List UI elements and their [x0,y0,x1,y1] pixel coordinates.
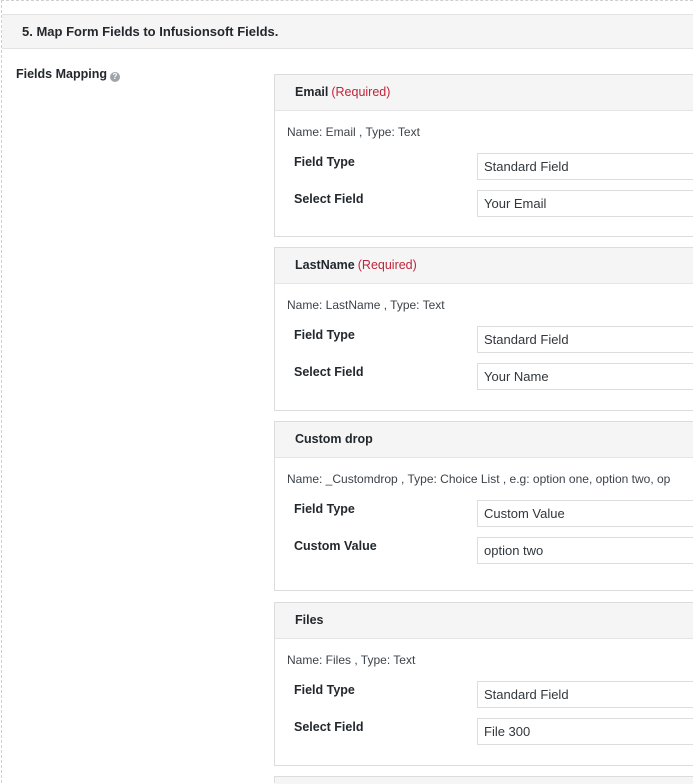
field-type-select[interactable]: Custom Value [477,500,693,527]
field-card-header: Files [275,603,693,639]
field-card-title: LastName (Required) [295,258,417,272]
field-name: Files [295,613,324,627]
custom-value-label: Custom Value [294,539,377,553]
field-card-lastname: LastName (Required) Name: LastName , Type… [274,247,693,411]
field-name: LastName [295,258,355,272]
field-type-select[interactable]: Standard Field [477,326,693,353]
select-field-label: Select Field [294,720,364,734]
field-card-next [274,776,693,784]
field-card-title: Email (Required) [295,85,390,99]
field-card-title: Files [295,613,327,627]
field-type-label: Field Type [294,328,355,342]
select-field-label: Select Field [294,365,364,379]
field-card-title: Custom drop [295,432,376,446]
field-type-select[interactable]: Standard Field [477,681,693,708]
field-card-header: LastName (Required) [275,248,693,284]
section-title: 5. Map Form Fields to Infusionsoft Field… [22,24,279,39]
select-field-select[interactable]: File 300 [477,718,693,745]
field-card-header: Email (Required) [275,75,693,111]
field-name: Email [295,85,329,99]
field-type-select[interactable]: Standard Field [477,153,693,180]
field-name: Custom drop [295,432,373,446]
field-info: Name: LastName , Type: Text [287,298,445,312]
required-badge: (Required) [331,85,391,99]
field-info: Name: Email , Type: Text [287,125,420,139]
select-field-select[interactable]: Your Email [477,190,693,217]
field-type-label: Field Type [294,683,355,697]
section-header: 5. Map Form Fields to Infusionsoft Field… [2,14,693,49]
field-type-label: Field Type [294,502,355,516]
question-circle-icon[interactable]: ? [109,72,120,82]
select-field-select[interactable]: Your Name [477,363,693,390]
field-type-label: Field Type [294,155,355,169]
select-field-label: Select Field [294,192,364,206]
required-badge: (Required) [357,258,417,272]
fields-mapping-label: Fields Mapping? [16,67,120,82]
field-card-custom-drop: Custom drop Name: _Customdrop , Type: Ch… [274,421,693,591]
field-card-files: Files Name: Files , Type: Text Field Typ… [274,602,693,766]
custom-value-input[interactable]: option two [477,537,693,564]
field-info: Name: _Customdrop , Type: Choice List , … [287,472,671,486]
field-info: Name: Files , Type: Text [287,653,416,667]
field-card-email: Email (Required) Name: Email , Type: Text… [274,74,693,237]
field-card-header: Custom drop [275,422,693,458]
fields-mapping-text: Fields Mapping [16,67,107,81]
